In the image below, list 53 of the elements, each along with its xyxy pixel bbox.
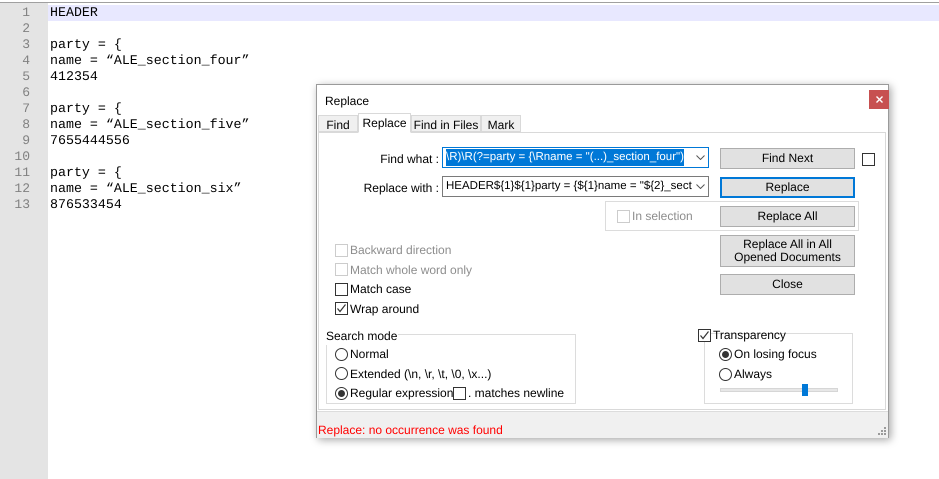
option-label: Always (734, 366, 772, 383)
dialog-button[interactable]: Close (720, 274, 855, 295)
option-label: Wrap around (350, 300, 420, 318)
tab[interactable]: Mark (481, 115, 521, 132)
checkbox[interactable] (335, 302, 348, 315)
line-number: 3 (22, 37, 30, 52)
line-number: 8 (22, 117, 30, 132)
line-number: 1 (22, 5, 30, 20)
close-button[interactable] (869, 90, 889, 109)
chevron-down-icon (696, 155, 705, 160)
dialog-button[interactable]: Replace All in All Opened Documents (720, 235, 855, 267)
tab[interactable]: Replace (358, 113, 411, 133)
line-number: 2 (22, 21, 30, 36)
option-label: Normal (350, 346, 389, 363)
option-label: Match case (350, 281, 412, 298)
line-number: 13 (14, 197, 30, 212)
field-label: Replace with : (362, 180, 439, 197)
tab[interactable]: Find in Files (411, 115, 481, 132)
checkbox[interactable] (453, 386, 466, 400)
line-number: 7 (22, 101, 30, 116)
chevron-down-icon (696, 184, 705, 189)
line-number: 10 (14, 149, 30, 164)
option-label: Backward direction (350, 242, 452, 259)
combo-box[interactable]: \R)\R(?=party = {\Rname = "(...)_section_four") (442, 147, 709, 168)
option-label: In selection (632, 208, 693, 225)
tab[interactable]: Find (318, 115, 358, 132)
option-label: Extended (\n, \r, \t, \0, \x...) (350, 366, 492, 382)
status-message: Replace: no occurrence was found (318, 422, 503, 439)
code-line[interactable]: 412354 (48, 69, 939, 85)
line-number: 4 (22, 53, 30, 68)
option-label: Regular expression (350, 385, 454, 402)
combo-box[interactable]: HEADER${1}${1}party = {${1}name = "${2}_sect (442, 176, 709, 197)
dialog-title: Replace (325, 93, 370, 110)
code-line[interactable]: party = { (48, 37, 939, 53)
option-label: On losing focus (734, 346, 817, 363)
line-number: 5 (22, 69, 30, 84)
checkbox[interactable] (335, 282, 348, 296)
code-line[interactable]: name = “ALE_section_four” (48, 53, 939, 69)
checkbox[interactable] (862, 153, 875, 166)
line-number: 9 (22, 133, 30, 148)
option-label: Match whole word only (350, 262, 472, 278)
checkbox[interactable] (698, 328, 711, 342)
line-number: 12 (14, 181, 30, 196)
line-number: 11 (14, 165, 30, 180)
option-label: Transparency (713, 327, 786, 344)
close-icon (876, 96, 882, 103)
dialog-button[interactable]: Replace (720, 177, 855, 198)
line-number: 6 (22, 85, 30, 100)
resize-grip-icon[interactable] (878, 427, 887, 436)
dialog-button[interactable]: Find Next (720, 148, 855, 169)
field-label: Find what : (379, 151, 439, 168)
option-label: . matches newline (468, 385, 564, 402)
dialog-button[interactable]: Replace All (720, 206, 855, 227)
